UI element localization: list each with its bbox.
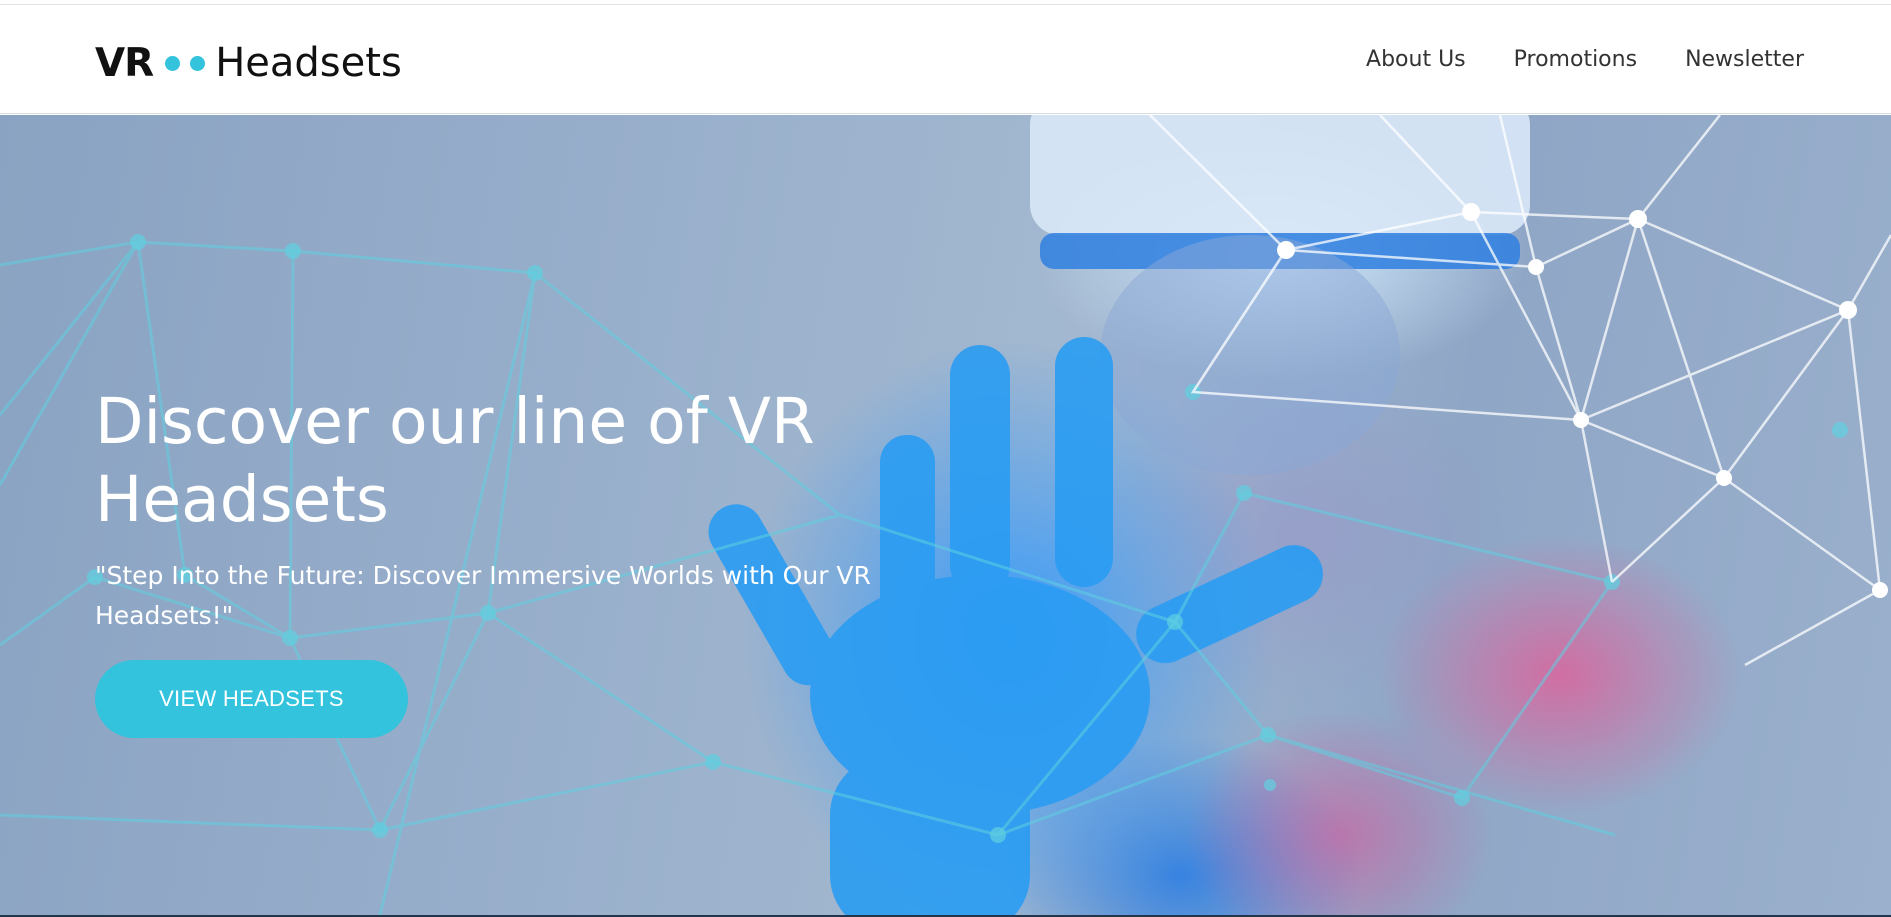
hero-subtitle: "Step Into the Future: Discover Immersiv… bbox=[95, 561, 871, 630]
nav-link-newsletter[interactable]: Newsletter bbox=[1685, 45, 1804, 75]
main-nav: About Us Promotions Newsletter bbox=[1318, 45, 1804, 75]
view-headsets-button[interactable]: VIEW HEADSETS bbox=[95, 660, 408, 738]
hero-section: Discover our line of VR Headsets "Step I… bbox=[0, 115, 1891, 915]
brand-logo[interactable]: VR Headsets bbox=[95, 35, 402, 91]
logo-name: Headsets bbox=[215, 40, 402, 86]
hero-title: Discover our line of VR Headsets bbox=[95, 385, 815, 536]
logo-prefix: VR bbox=[95, 40, 154, 86]
site-header: VR Headsets About Us Promotions Newslett… bbox=[0, 5, 1891, 114]
nav-link-promotions[interactable]: Promotions bbox=[1514, 45, 1637, 75]
nav-link-about-us[interactable]: About Us bbox=[1366, 45, 1466, 75]
logo-dots-icon bbox=[165, 55, 206, 71]
